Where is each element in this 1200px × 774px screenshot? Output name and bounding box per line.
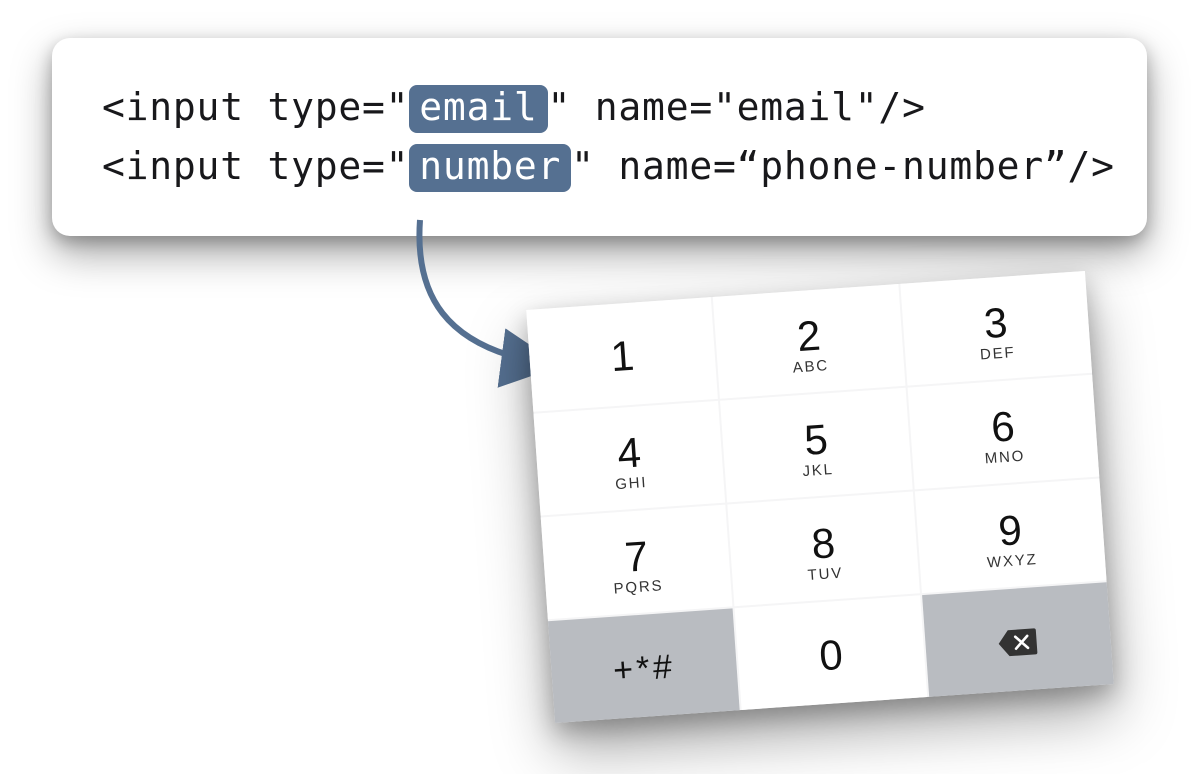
key-number: 0 <box>818 634 844 678</box>
code-line-2: <input type="number" name=“phone-number”… <box>102 137 1097 196</box>
key-letters: MNO <box>984 448 1025 466</box>
key-number: 7 <box>623 535 649 579</box>
key-number: 3 <box>982 301 1008 345</box>
key-number: 1 <box>609 335 635 379</box>
key-1[interactable]: 1 <box>526 297 718 412</box>
code-text: " name=“phone-number”/> <box>571 144 1115 188</box>
backspace-icon <box>996 626 1040 659</box>
code-snippet-card: <input type="email" name="email"/> <inpu… <box>52 38 1147 236</box>
key-symbols[interactable]: +*# <box>548 608 740 723</box>
key-letters: WXYZ <box>987 552 1038 570</box>
code-line-1: <input type="email" name="email"/> <box>102 78 1097 137</box>
key-letters: PQRS <box>613 578 664 596</box>
key-7[interactable]: 7 PQRS <box>541 505 733 620</box>
key-letters: GHI <box>615 475 648 492</box>
code-text: <input type=" <box>102 85 409 129</box>
key-letters: JKL <box>802 461 834 478</box>
key-0[interactable]: 0 <box>735 595 927 710</box>
code-text: <input type=" <box>102 144 409 188</box>
highlight-number: number <box>409 144 571 192</box>
key-9[interactable]: 9 WXYZ <box>914 478 1106 593</box>
key-number: 8 <box>810 522 836 566</box>
key-2[interactable]: 2 ABC <box>713 284 905 399</box>
key-number: 6 <box>990 405 1016 449</box>
key-6[interactable]: 6 MNO <box>907 375 1099 490</box>
key-8[interactable]: 8 TUV <box>728 492 920 607</box>
key-backspace[interactable] <box>922 582 1114 697</box>
key-number: 2 <box>796 314 822 358</box>
key-3[interactable]: 3 DEF <box>900 271 1092 386</box>
code-text: " name="email"/> <box>548 85 926 129</box>
key-letters: ABC <box>792 358 829 375</box>
key-number: 4 <box>616 431 642 475</box>
key-letters: TUV <box>807 565 843 582</box>
key-5[interactable]: 5 JKL <box>720 388 912 503</box>
numeric-keypad: 1 2 ABC 3 DEF 4 GHI 5 JKL 6 MNO 7 PQRS 8… <box>526 271 1114 723</box>
key-4[interactable]: 4 GHI <box>533 401 725 516</box>
key-symbol-text: +*# <box>612 647 677 690</box>
key-number: 5 <box>803 418 829 462</box>
highlight-email: email <box>409 85 547 133</box>
key-number: 9 <box>997 509 1023 553</box>
key-letters: DEF <box>980 345 1016 362</box>
